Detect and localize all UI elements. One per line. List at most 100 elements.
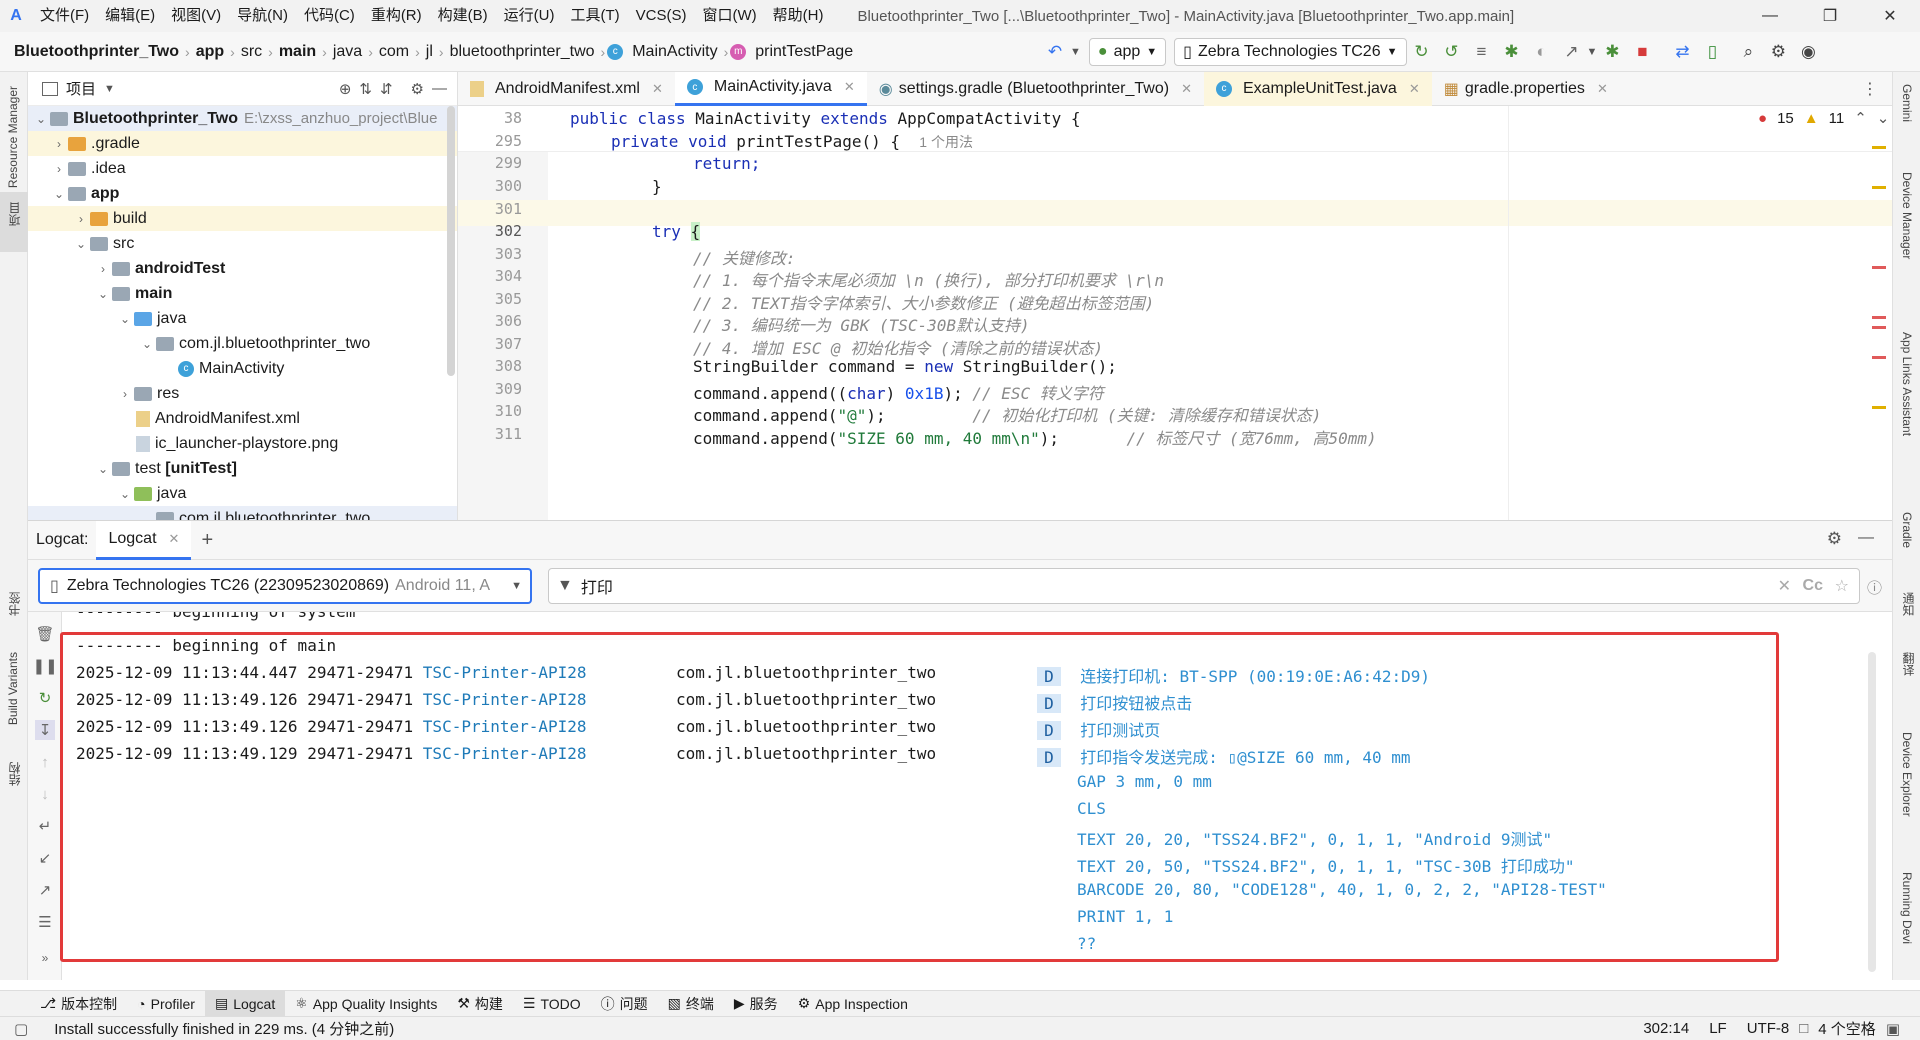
project-view-label[interactable]: 项目: [66, 78, 96, 99]
line-separator[interactable]: LF: [1699, 1020, 1737, 1037]
gear-icon[interactable]: ⚙: [1827, 529, 1842, 549]
menu-build[interactable]: 构建(B): [430, 0, 496, 32]
status-toggle-icon[interactable]: ▢: [14, 1020, 28, 1038]
menu-refactor[interactable]: 重构(R): [363, 0, 430, 32]
chevron-down-icon[interactable]: ⌄: [116, 312, 134, 326]
tool-terminal[interactable]: ▧ 终端: [658, 991, 724, 1017]
tab-gradle-properties[interactable]: ▦ gradle.properties ✕: [1432, 72, 1620, 106]
search-icon[interactable]: ⌕: [1733, 37, 1763, 67]
tree-item-src[interactable]: ⌄ src: [28, 231, 457, 256]
chevron-down-icon[interactable]: ⌄: [116, 487, 134, 501]
hide-panel-icon[interactable]: —: [1858, 529, 1874, 547]
arrow-up-icon[interactable]: ↑: [35, 752, 55, 772]
profile-icon[interactable]: ◐: [1527, 37, 1557, 67]
screen-record-icon[interactable]: ↗: [35, 880, 55, 900]
inspection-widget[interactable]: ● 15 ▲ 11 ⌃ ⌄: [1758, 109, 1890, 128]
close-icon[interactable]: ✕: [1597, 81, 1608, 97]
clear-icon[interactable]: ✕: [1778, 576, 1791, 596]
close-icon[interactable]: ✕: [652, 81, 663, 97]
tree-item-test-java[interactable]: ⌄ java: [28, 481, 457, 506]
tree-item-package[interactable]: ⌄ com.jl.bluetoothprinter_two: [28, 331, 457, 356]
chevron-down-icon[interactable]: ▼: [1587, 46, 1598, 58]
run-tests-icon[interactable]: ≡: [1467, 37, 1497, 67]
gradle-tab[interactable]: Gradle: [1900, 512, 1914, 548]
gear-icon[interactable]: ⚙: [1763, 37, 1793, 67]
indent-setting[interactable]: 4 个空格: [1808, 1018, 1886, 1039]
gear-icon[interactable]: ⚙: [411, 80, 424, 98]
match-case-button[interactable]: Cc: [1803, 577, 1823, 595]
code-editor[interactable]: 38 295 299 300 301 302 303 304 305 306 3…: [458, 106, 1892, 520]
running-devices-tab[interactable]: Running Devi: [1900, 872, 1914, 944]
menu-navigate[interactable]: 导航(N): [229, 0, 296, 32]
rerun-icon[interactable]: ✱: [1597, 37, 1627, 67]
file-encoding[interactable]: UTF-8: [1737, 1020, 1800, 1037]
breadcrumb-java[interactable]: java: [329, 43, 366, 61]
tool-build[interactable]: ⚒ 构建: [447, 991, 513, 1017]
tab-logcat[interactable]: Logcat ✕: [96, 520, 192, 560]
caret-position[interactable]: 302:14: [1633, 1020, 1699, 1037]
trash-icon[interactable]: 🗑: [35, 624, 55, 644]
help-icon[interactable]: ⓘ: [1867, 577, 1882, 598]
maximize-icon[interactable]: ❐: [1800, 0, 1860, 32]
chevron-down-icon[interactable]: ▼: [104, 83, 115, 95]
minimize-icon[interactable]: —: [1740, 0, 1800, 32]
notifications-tab[interactable]: 通知: [1900, 592, 1917, 616]
chevron-down-icon[interactable]: ⌄: [138, 512, 156, 521]
tree-item-gradle[interactable]: › .gradle: [28, 131, 457, 156]
close-window-icon[interactable]: ✕: [1860, 0, 1920, 32]
menu-tools[interactable]: 工具(T): [562, 0, 627, 32]
breadcrumb-class[interactable]: MainActivity: [628, 43, 721, 61]
chevron-right-icon[interactable]: ›: [72, 212, 90, 226]
chevron-down-icon[interactable]: ▼: [1070, 46, 1081, 58]
status-message[interactable]: Install successfully finished in 229 ms.…: [44, 1018, 404, 1039]
arrow-down-icon[interactable]: ↓: [35, 784, 55, 804]
add-tab-icon[interactable]: +: [201, 529, 213, 552]
tool-app-quality-insights[interactable]: ⚛ App Quality Insights: [285, 991, 447, 1017]
close-icon[interactable]: ✕: [844, 79, 855, 95]
screenshot-icon[interactable]: ↙: [35, 848, 55, 868]
tool-logcat[interactable]: ▤ Logcat: [204, 990, 286, 1017]
breadcrumb-com[interactable]: com: [375, 43, 413, 61]
menu-window[interactable]: 窗口(W): [694, 0, 764, 32]
chevron-down-icon[interactable]: ⌄: [50, 187, 68, 201]
chevron-up-icon[interactable]: ⌃: [1854, 109, 1867, 127]
menu-view[interactable]: 视图(V): [163, 0, 229, 32]
tool-profiler[interactable]: ◔ Profiler: [127, 991, 205, 1017]
sync-gradle-icon[interactable]: ⇄: [1667, 37, 1697, 67]
apply-changes-icon[interactable]: ↻: [1407, 37, 1437, 67]
breadcrumb-jl[interactable]: jl: [422, 43, 437, 61]
tool-services[interactable]: ▶ 服务: [724, 991, 788, 1017]
more-tabs-icon[interactable]: ⋮: [1862, 79, 1878, 99]
more-icon[interactable]: »: [35, 948, 55, 968]
tree-item-main[interactable]: ⌄ main: [28, 281, 457, 306]
expand-all-icon[interactable]: ⇅: [359, 80, 372, 98]
tree-item-root[interactable]: ⌄ Bluetoothprinter_Two E:\zxss_anzhuo_pr…: [28, 106, 457, 131]
menu-edit[interactable]: 编辑(E): [97, 0, 163, 32]
project-tab[interactable]: 项目: [6, 202, 23, 226]
tab-main-activity[interactable]: c MainActivity.java ✕: [674, 71, 867, 106]
lock-icon[interactable]: □: [1799, 1020, 1808, 1037]
tool-app-inspection[interactable]: ⚙ App Inspection: [788, 991, 918, 1017]
debug-icon[interactable]: ✱: [1497, 37, 1527, 67]
pause-icon[interactable]: ❚❚: [32, 656, 57, 676]
chevron-right-icon[interactable]: ›: [94, 262, 112, 276]
tree-item-androidtest[interactable]: › androidTest: [28, 256, 457, 281]
chevron-down-icon[interactable]: ⌄: [1877, 109, 1890, 127]
resource-manager-tab[interactable]: Resource Manager: [6, 86, 20, 188]
tool-todo[interactable]: ☰ TODO: [513, 991, 591, 1017]
chevron-down-icon[interactable]: ⌄: [32, 112, 50, 126]
chevron-right-icon[interactable]: ›: [50, 137, 68, 151]
logcat-device-select[interactable]: ▯ Zebra Technologies TC26 (2230952302086…: [38, 568, 532, 604]
breadcrumb-app[interactable]: app: [192, 43, 228, 61]
soft-wrap-icon[interactable]: ↵: [35, 816, 55, 836]
tool-problems[interactable]: ⓘ 问题: [591, 991, 658, 1017]
bookmarks-tab[interactable]: 书签: [6, 592, 23, 616]
menu-file[interactable]: 文件(F): [32, 0, 97, 32]
collapse-all-icon[interactable]: ⇵: [380, 80, 393, 98]
tree-item-mainactivity[interactable]: c MainActivity: [28, 356, 457, 381]
stop-icon[interactable]: ■: [1627, 37, 1657, 67]
tree-item-test-package[interactable]: ⌄ com.jl.bluetoothprinter_two: [28, 506, 457, 520]
tree-item-build[interactable]: › build: [28, 206, 457, 231]
device-manager-tab[interactable]: Device Manager: [1900, 172, 1914, 259]
tree-item-res[interactable]: › res: [28, 381, 457, 406]
